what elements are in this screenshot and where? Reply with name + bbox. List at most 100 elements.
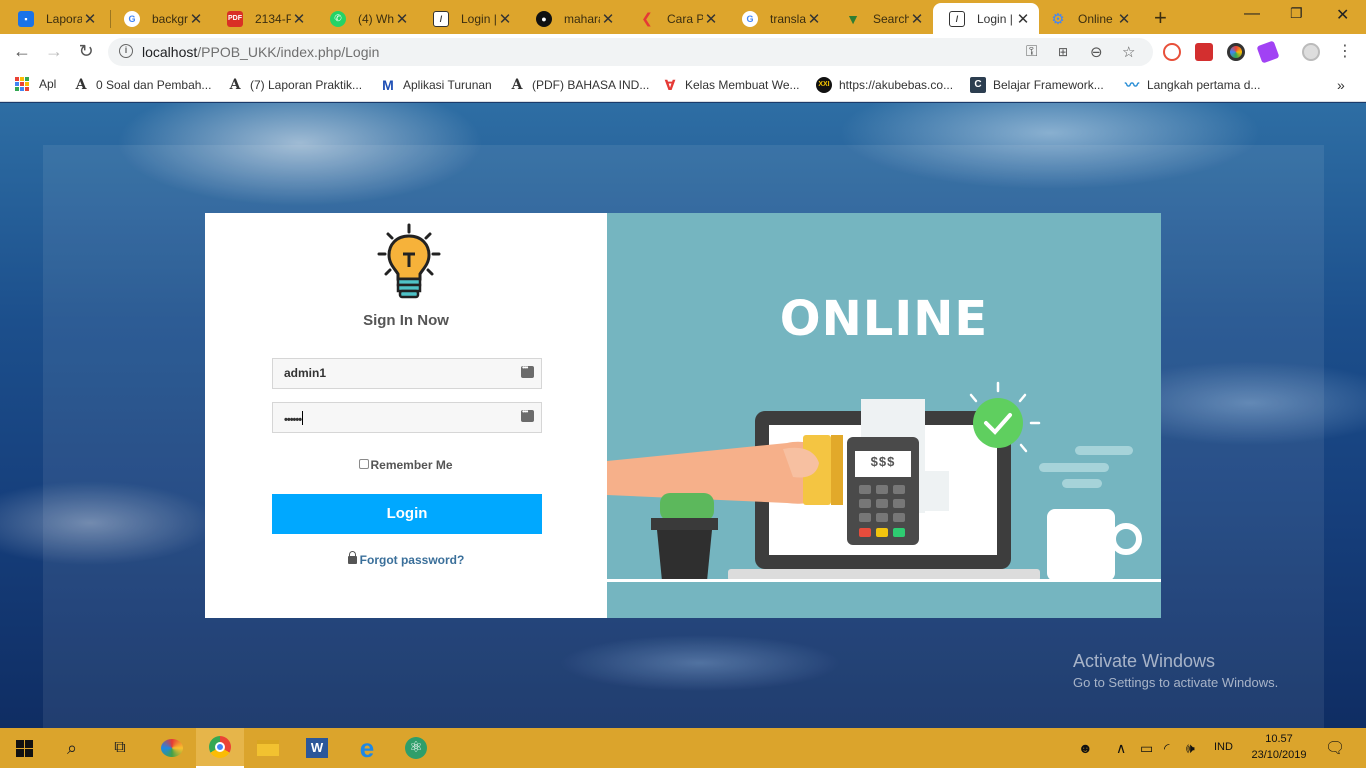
username-input[interactable]: admin1 <box>272 358 542 389</box>
tab-translate[interactable]: G translat ✕ <box>726 3 830 34</box>
bookmark-item[interactable]: C Belajar Framework... <box>970 77 1104 93</box>
wifi-icon[interactable]: ◜ <box>1164 740 1169 757</box>
menu-icon[interactable]: ⋮ <box>1334 41 1356 61</box>
close-icon[interactable]: ✕ <box>82 10 98 28</box>
new-tab-button[interactable]: + <box>1154 5 1167 31</box>
search-icon[interactable]: ⌕ <box>48 728 96 768</box>
remember-label[interactable]: Remember Me <box>370 458 452 472</box>
a-letter-icon: A <box>75 77 87 93</box>
extension-icon[interactable] <box>1256 40 1280 64</box>
show-hidden-icons[interactable]: ∧ <box>1116 740 1126 757</box>
system-clock[interactable]: 10.57 23/10/2019 <box>1251 731 1307 763</box>
close-icon[interactable]: ✕ <box>909 10 925 28</box>
file-explorer-icon[interactable] <box>244 728 292 768</box>
autofill-icon[interactable] <box>521 363 534 378</box>
close-icon[interactable]: ✕ <box>806 10 822 28</box>
bookmark-label: Belajar Framework... <box>993 78 1104 92</box>
tab-title: Laporan <box>46 11 82 26</box>
tab-online[interactable]: ⚙ Online ✕ <box>1034 3 1140 34</box>
forgot-password-link[interactable]: Forgot password? <box>205 551 607 567</box>
tab-login[interactable]: / Login | ✕ <box>417 3 521 34</box>
paint-app-icon[interactable] <box>148 728 196 768</box>
close-icon[interactable]: ✕ <box>1116 10 1132 28</box>
tab-whatsapp[interactable]: ✆ (4) Wha ✕ <box>314 3 418 34</box>
extension-icon[interactable] <box>1227 43 1245 61</box>
tab-github[interactable]: ● mahara ✕ <box>520 3 624 34</box>
avatar[interactable] <box>1302 43 1320 61</box>
edge-app-icon[interactable]: e <box>343 728 391 768</box>
apps-icon <box>15 77 29 91</box>
bookmark-label: https://akubebas.co... <box>839 78 954 92</box>
people-icon[interactable]: ☻ <box>1078 740 1093 756</box>
forgot-label[interactable]: Forgot password? <box>360 553 465 567</box>
whatsapp-icon: ✆ <box>330 10 346 27</box>
tab-search[interactable]: ▼ Search ✕ <box>829 3 933 34</box>
start-button[interactable] <box>0 728 48 768</box>
password-value: •••••• <box>284 414 302 426</box>
windows-logo-icon <box>15 739 33 757</box>
v-logo-icon: ▼ <box>846 10 860 27</box>
volume-icon[interactable]: 🕪 <box>1186 740 1195 757</box>
translate-icon[interactable]: ⊞ <box>1058 45 1068 59</box>
url-text[interactable]: localhost/PPOB_UKK/index.php/Login <box>142 44 379 60</box>
bookmark-item[interactable]: ∀ Kelas Membuat We... <box>662 77 800 93</box>
battery-icon[interactable]: ▭ <box>1140 740 1153 757</box>
task-view-icon[interactable]: ⧉ <box>96 728 144 768</box>
zoom-icon[interactable]: ⊖ <box>1090 43 1103 61</box>
bookmark-item[interactable]: XXI https://akubebas.co... <box>816 77 953 93</box>
word-app-icon[interactable]: W <box>293 728 341 768</box>
close-icon[interactable]: ✕ <box>291 10 307 28</box>
input-language[interactable]: IND <box>1214 741 1233 753</box>
tab-login-active[interactable]: / Login | ✕ <box>933 3 1039 34</box>
bookmark-item[interactable]: 〰 Langkah pertama d... <box>1124 77 1260 93</box>
close-icon[interactable]: ✕ <box>1015 10 1031 28</box>
remember-me: Remember Me <box>205 458 607 472</box>
extension-icon[interactable] <box>1195 43 1213 61</box>
more-bookmarks-icon[interactable]: » <box>1337 77 1345 93</box>
tab-title: mahara <box>564 11 600 26</box>
close-icon[interactable]: ✕ <box>188 10 204 28</box>
wave-icon: 〰 <box>1125 77 1139 93</box>
extension-icon[interactable] <box>1163 43 1181 61</box>
bookmark-item[interactable]: A (7) Laporan Praktik... <box>227 77 363 93</box>
info-icon[interactable]: i <box>119 44 133 58</box>
tab-pdf[interactable]: PDF 2134-P ✕ <box>211 3 315 34</box>
back-icon[interactable]: ← <box>11 41 33 62</box>
tab-title: Login | <box>461 11 497 26</box>
v-logo-icon: ∀ <box>664 77 676 93</box>
reload-icon[interactable]: ↻ <box>75 41 97 62</box>
atom-app-icon[interactable]: ⚛ <box>392 728 440 768</box>
key-icon[interactable]: ⚿ <box>1026 43 1037 60</box>
bookmark-item[interactable]: A 0 Soal dan Pembah... <box>73 77 212 93</box>
bookmark-item[interactable]: M Aplikasi Turunan <box>380 77 492 93</box>
tab-laporan[interactable]: ▪ Laporan ✕ <box>2 3 106 34</box>
bookmark-star-icon[interactable]: ☆ <box>1122 43 1135 61</box>
page-icon: / <box>433 10 449 27</box>
notifications-icon[interactable]: 🗨 <box>1325 738 1345 758</box>
bookmark-item[interactable]: A (PDF) BAHASA IND... <box>509 77 650 93</box>
minimize-icon[interactable]: — <box>1244 5 1260 23</box>
restore-icon[interactable]: ❐ <box>1290 5 1303 22</box>
window-close-icon[interactable]: ✕ <box>1336 5 1349 25</box>
signin-title: Sign In Now <box>363 312 449 329</box>
close-icon[interactable]: ✕ <box>703 10 719 28</box>
address-bar[interactable]: i localhost/PPOB_UKK/index.php/Login ⚿ ⊞… <box>108 38 1153 66</box>
forward-icon[interactable]: → <box>43 41 65 62</box>
password-input[interactable]: •••••• <box>272 402 542 433</box>
autofill-icon[interactable] <box>521 407 534 422</box>
contact-icon: ▪ <box>18 10 34 27</box>
bookmark-apps[interactable]: Apl <box>15 77 56 91</box>
close-icon[interactable]: ✕ <box>600 10 616 28</box>
close-icon[interactable]: ✕ <box>497 10 513 28</box>
tab-cara[interactable]: ❮ Cara Pr ✕ <box>623 3 727 34</box>
online-illustration: ONLINE $$$ <box>607 213 1161 618</box>
codeigniter-icon: C <box>970 77 986 93</box>
login-button[interactable]: Login <box>272 494 542 534</box>
tab-background[interactable]: G backgro ✕ <box>108 3 212 34</box>
remember-checkbox[interactable] <box>359 459 370 469</box>
lightbulb-icon <box>377 223 441 299</box>
chrome-app-icon[interactable] <box>196 728 244 768</box>
close-icon[interactable]: ✕ <box>394 10 410 28</box>
text-caret <box>302 411 304 425</box>
bookmark-label: Apl <box>39 77 57 91</box>
